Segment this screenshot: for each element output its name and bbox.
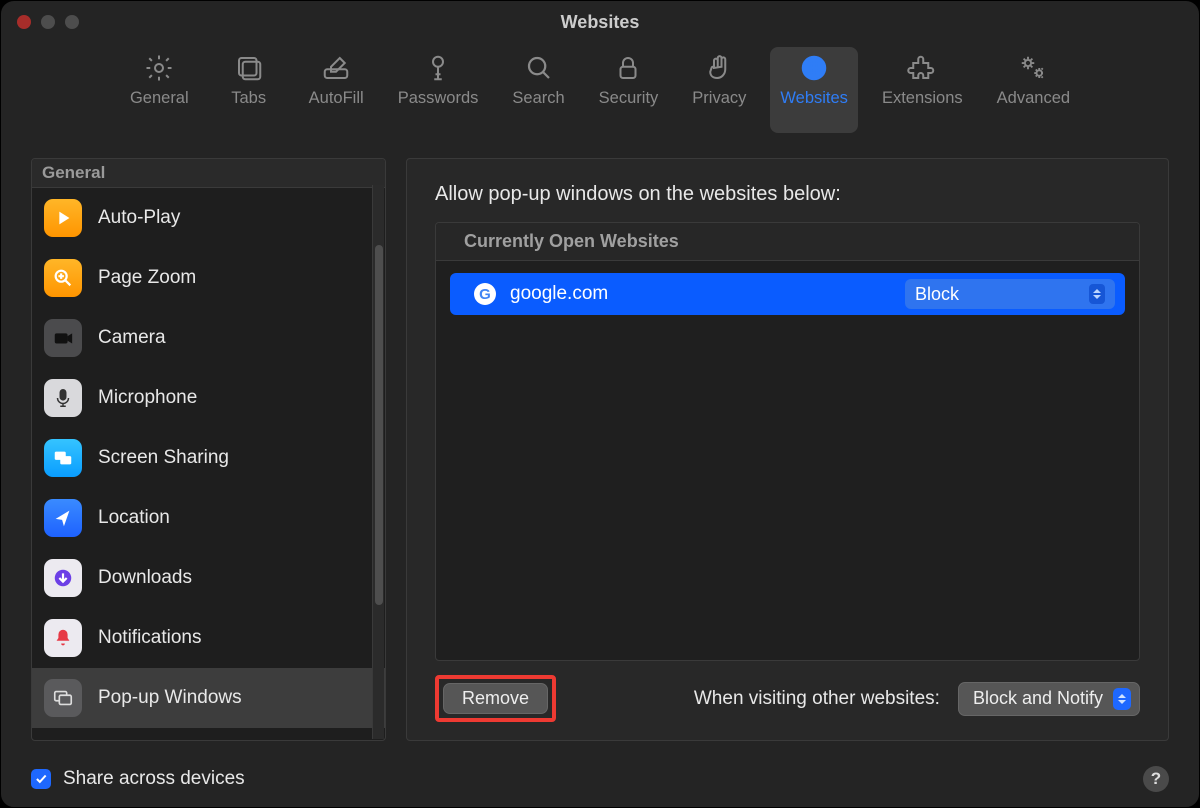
tab-label: Advanced [997,89,1070,108]
gears-icon [1018,53,1048,83]
remove-highlight: Remove [435,675,556,722]
tab-label: Search [512,89,564,108]
tab-autofill[interactable]: AutoFill [299,47,374,133]
sidebar-item-label: Pop-up Windows [98,687,242,709]
sidebar-item-label: Auto-Play [98,207,180,229]
detail-bottom-bar: Remove When visiting other websites: Blo… [435,661,1140,722]
download-icon [44,559,82,597]
share-checkbox[interactable] [31,769,51,789]
content-area: General Auto-Play Page Zoom [1,133,1199,751]
sidebar-item-label: Camera [98,327,166,349]
sidebar-item-popup-windows[interactable]: Pop-up Windows [32,668,385,728]
sidebar-item-label: Location [98,507,170,529]
tab-label: Security [599,89,659,108]
tab-extensions[interactable]: Extensions [872,47,973,133]
sidebar-item-screen-sharing[interactable]: Screen Sharing [32,428,385,488]
window-controls [17,15,79,29]
play-icon [44,199,82,237]
select-stepper-icon [1113,688,1131,710]
zoom-window-button[interactable] [65,15,79,29]
windows-icon [44,679,82,717]
window-title: Websites [561,12,640,33]
sidebar-item-camera[interactable]: Camera [32,308,385,368]
remove-button[interactable]: Remove [443,683,548,714]
lock-icon [613,53,643,83]
help-button[interactable]: ? [1143,766,1169,792]
other-websites-label: When visiting other websites: [694,688,940,710]
google-favicon: G [474,283,496,305]
tab-tabs[interactable]: Tabs [213,47,285,133]
sidebar-section-header: General [32,159,385,188]
sidebar-list: Auto-Play Page Zoom Camera [32,188,385,740]
sidebar-item-location[interactable]: Location [32,488,385,548]
preferences-window: Websites General Tabs AutoFill Password [0,0,1200,808]
tab-privacy[interactable]: Privacy [682,47,756,133]
detail-pane: Allow pop-up windows on the websites bel… [406,158,1169,741]
preferences-toolbar: General Tabs AutoFill Passwords Search [1,43,1199,133]
minimize-window-button[interactable] [41,15,55,29]
tab-label: Websites [780,89,848,108]
hand-icon [704,53,734,83]
tab-general[interactable]: General [120,47,199,133]
tab-label: AutoFill [309,89,364,108]
zoom-icon [44,259,82,297]
pencil-field-icon [321,53,351,83]
tab-label: Privacy [692,89,746,108]
footer: Share across devices ? [1,751,1199,807]
sidebar-item-label: Downloads [98,567,192,589]
globe-icon [799,53,829,83]
sidebar-item-label: Screen Sharing [98,447,229,469]
list-section-header: Currently Open Websites [436,223,1139,261]
scrollbar-thumb[interactable] [375,245,383,605]
share-label: Share across devices [63,768,245,790]
tab-label: Extensions [882,89,963,108]
policy-value: Block [915,284,959,305]
tab-label: Passwords [398,89,479,108]
bell-icon [44,619,82,657]
key-icon [423,53,453,83]
puzzle-icon [907,53,937,83]
website-domain: google.com [510,283,891,305]
microphone-icon [44,379,82,417]
sidebar-item-label: Microphone [98,387,197,409]
gear-icon [144,53,174,83]
share-across-devices-row[interactable]: Share across devices [31,768,245,790]
tab-security[interactable]: Security [589,47,669,133]
sidebar-item-notifications[interactable]: Notifications [32,608,385,668]
detail-title: Allow pop-up windows on the websites bel… [435,183,1140,206]
tab-label: General [130,89,189,108]
select-stepper-icon [1089,284,1105,304]
sidebar: General Auto-Play Page Zoom [31,158,386,741]
tab-websites[interactable]: Websites [770,47,858,133]
tab-advanced[interactable]: Advanced [987,47,1080,133]
sidebar-scrollbar[interactable] [372,185,384,739]
policy-select[interactable]: Block [905,279,1115,309]
titlebar: Websites [1,1,1199,43]
sidebar-item-label: Notifications [98,627,202,649]
tab-search[interactable]: Search [502,47,574,133]
other-websites-value: Block and Notify [973,688,1103,709]
tab-label: Tabs [231,89,266,108]
sidebar-item-auto-play[interactable]: Auto-Play [32,188,385,248]
sidebar-item-page-zoom[interactable]: Page Zoom [32,248,385,308]
search-icon [524,53,554,83]
tab-passwords[interactable]: Passwords [388,47,489,133]
camera-icon [44,319,82,357]
sidebar-item-label: Page Zoom [98,267,196,289]
location-arrow-icon [44,499,82,537]
close-window-button[interactable] [17,15,31,29]
screens-icon [44,439,82,477]
other-websites-select[interactable]: Block and Notify [958,682,1140,716]
websites-list: Currently Open Websites G google.com Blo… [435,222,1140,661]
tabs-icon [234,53,264,83]
website-row[interactable]: G google.com Block [450,273,1125,315]
sidebar-item-microphone[interactable]: Microphone [32,368,385,428]
sidebar-item-downloads[interactable]: Downloads [32,548,385,608]
